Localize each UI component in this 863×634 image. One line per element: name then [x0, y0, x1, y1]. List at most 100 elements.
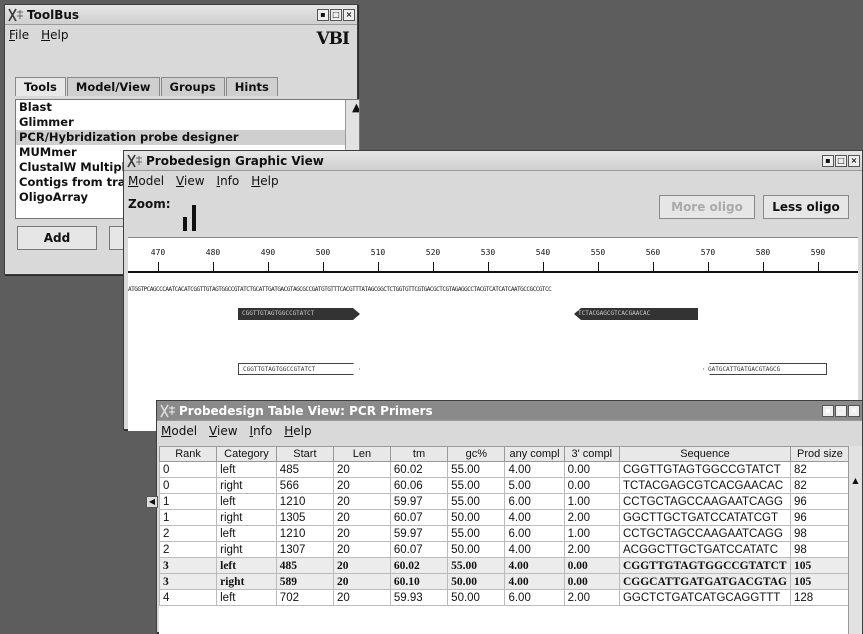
column-header[interactable]: Len — [332, 446, 391, 462]
scroll-left-icon[interactable]: ◀ — [146, 496, 158, 508]
column-header[interactable]: Rank — [159, 446, 218, 462]
table-cell: right — [216, 541, 277, 558]
menu-view[interactable]: View — [176, 174, 204, 188]
close-icon[interactable]: × — [343, 8, 355, 21]
table-row[interactable]: 4 left 702 20 59.93 50.00 6.00 2.00 GGCTCTGATCAT… — [159, 589, 850, 606]
column-header[interactable]: Start — [275, 446, 334, 462]
table-cell: TCTACGAGCGTCACGAACAC — [618, 477, 791, 494]
menu-help[interactable]: Help — [41, 28, 68, 42]
minimize-icon[interactable]: ▪ — [822, 404, 834, 417]
table-row[interactable]: 2 left 1210 20 59.97 55.00 6.00 1.00 CCTGCTAGCCA… — [159, 525, 850, 542]
table-row[interactable]: 0 left 485 20 60.02 55.00 4.00 0.00 CGGTTGTAGTGG… — [159, 461, 850, 478]
oligo-arrow[interactable]: CGGTTGTAGTGGCCGTATCT — [238, 308, 360, 320]
tick-mark — [433, 262, 434, 271]
table-cell: 2 — [159, 541, 218, 558]
close-icon[interactable]: × — [848, 154, 860, 167]
table-cell: 485 — [275, 461, 334, 478]
table-cell: 105 — [789, 573, 850, 590]
menu-file[interactable]: File — [9, 28, 29, 42]
menu-help[interactable]: Help — [251, 174, 278, 188]
table-cell: GGCTTGCTGATCCATATCGT — [618, 509, 791, 526]
table-cell: 566 — [275, 477, 334, 494]
table-cell: 2.00 — [563, 509, 620, 526]
oligo-arrow[interactable]: CGGTTGTAGTGGCCGTATCT — [238, 363, 360, 375]
menu-view[interactable]: View — [209, 424, 237, 438]
column-header[interactable]: tm — [389, 446, 449, 462]
tick-label: 520 — [425, 248, 441, 257]
list-item[interactable]: Glimmer — [16, 115, 359, 130]
scroll-up-icon[interactable]: ▲ — [349, 100, 359, 115]
maximize-icon[interactable]: □ — [835, 404, 847, 417]
table-cell: 0 — [159, 461, 218, 478]
table-cell: 55.00 — [447, 557, 506, 574]
less-oligo-button[interactable]: Less oligo — [763, 195, 849, 219]
column-header[interactable]: Category — [216, 446, 277, 462]
tick-mark — [378, 262, 379, 271]
table-scrollbar[interactable]: ▲ — [848, 446, 862, 634]
vbi-logo: VBI — [316, 29, 350, 49]
column-header[interactable]: Prod size — [789, 446, 850, 462]
table-cell: 20 — [332, 589, 391, 606]
tab-groups[interactable]: Groups — [160, 77, 225, 96]
table-row[interactable]: 2 right 1307 20 60.07 50.00 4.00 2.00 ACGGCTTGCT… — [159, 541, 850, 558]
table-cell: 1 — [159, 493, 218, 510]
maximize-icon[interactable]: □ — [835, 154, 847, 167]
tab-model-view[interactable]: Model/View — [66, 77, 160, 96]
x-logo-icon — [8, 8, 23, 21]
tab-hints[interactable]: Hints — [225, 77, 278, 96]
menu-model[interactable]: Model — [128, 174, 164, 188]
scroll-up-icon[interactable]: ▲ — [849, 476, 862, 485]
table-cell: 59.97 — [389, 493, 449, 510]
table-row[interactable]: 0 right 566 20 60.06 55.00 5.00 0.00 TCTACGAGCGT… — [159, 477, 850, 494]
graphic-titlebar[interactable]: Probedesign Graphic View ▪ □ × — [124, 151, 862, 171]
oligo-arrow[interactable]: TCTACGAGCGTCACGAACAC — [574, 308, 698, 320]
column-header[interactable]: Sequence — [618, 446, 791, 462]
menu-model[interactable]: Model — [161, 424, 197, 438]
maximize-icon[interactable]: □ — [330, 8, 342, 21]
zoom-slider[interactable] — [182, 203, 196, 231]
column-header[interactable]: gc% — [447, 446, 506, 462]
column-header[interactable]: 3' compl — [563, 446, 620, 462]
menu-info[interactable]: Info — [250, 424, 273, 438]
zoom-bar[interactable] — [182, 217, 187, 231]
toolbus-title: ToolBus — [27, 7, 80, 22]
more-oligo-button[interactable]: More oligo — [659, 195, 755, 219]
table-row[interactable]: 1 right 1305 20 60.07 50.00 4.00 2.00 GGCTTGCTGA… — [159, 509, 850, 526]
table-row[interactable]: 1 left 1210 20 59.97 55.00 6.00 1.00 CCTGCTAGCCA… — [159, 493, 850, 510]
table-cell: 20 — [332, 541, 391, 558]
menu-help[interactable]: Help — [284, 424, 311, 438]
table-cell: 20 — [332, 477, 391, 494]
list-item-selected[interactable]: PCR/Hybridization probe designer — [16, 130, 359, 145]
table-cell: 20 — [332, 525, 391, 542]
table-titlebar[interactable]: Probedesign Table View: PCR Primers ▪ □ … — [157, 401, 862, 421]
tick-label: 500 — [315, 248, 331, 257]
zoom-bar[interactable] — [191, 205, 196, 231]
table-cell: 20 — [332, 573, 391, 590]
list-item[interactable]: Blast — [16, 100, 359, 115]
tick-label: 580 — [755, 248, 771, 257]
tab-tools[interactable]: Tools — [15, 77, 66, 96]
graphic-view-window: Probedesign Graphic View ▪ □ × Model Vie… — [123, 150, 863, 431]
table-cell: left — [216, 557, 277, 574]
tick-mark — [818, 262, 819, 271]
table-cell: 105 — [789, 557, 850, 574]
table-cell: 485 — [275, 557, 334, 574]
table-cell: left — [216, 461, 277, 478]
minimize-icon[interactable]: ▪ — [317, 8, 329, 21]
table-cell: 96 — [789, 509, 850, 526]
tick-mark — [323, 262, 324, 271]
oligo-arrow[interactable]: GATGCATTGATGACGTAGCG — [703, 363, 827, 375]
table-cell: 0.00 — [563, 477, 620, 494]
table-row[interactable]: 3 right 589 20 60.10 50.00 4.00 0.00 CGGCATTGATG… — [159, 573, 850, 590]
table-cell: 589 — [275, 573, 334, 590]
table-row[interactable]: 3 left 485 20 60.02 55.00 4.00 0.00 CGGTTGTAGTGG… — [159, 557, 850, 574]
add-button[interactable]: Add — [17, 226, 97, 250]
tick-mark — [213, 262, 214, 271]
table-cell: 6.00 — [504, 525, 565, 542]
menu-info[interactable]: Info — [217, 174, 240, 188]
table-cell: 50.00 — [447, 509, 506, 526]
close-icon[interactable]: × — [848, 404, 860, 417]
toolbus-titlebar[interactable]: ToolBus ▪ □ × — [5, 5, 357, 25]
column-header[interactable]: any compl — [504, 446, 565, 462]
minimize-icon[interactable]: ▪ — [822, 154, 834, 167]
